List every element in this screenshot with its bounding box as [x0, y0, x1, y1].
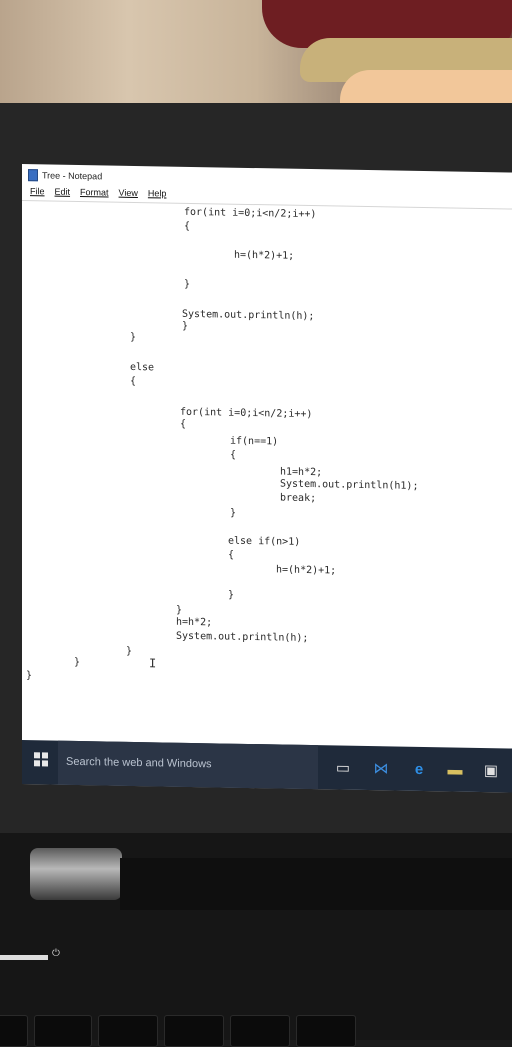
menu-bar: File Edit Format View Help	[30, 186, 166, 198]
code-line: for(int i=0;i<n/2;i++)	[184, 206, 317, 221]
edge-browser-icon[interactable]: e	[410, 761, 428, 779]
text-editor-area[interactable]: for(int i=0;i<n/2;i++){h=(h*2)+1;} System…	[22, 202, 512, 751]
windows-logo-icon	[34, 752, 40, 759]
windows-logo-icon	[42, 760, 48, 767]
code-line: {	[184, 220, 191, 232]
code-line: {	[180, 418, 187, 430]
search-placeholder: Search the web and Windows	[66, 755, 212, 771]
code-line: {	[228, 549, 235, 561]
code-line: }	[26, 670, 33, 682]
window-title: Tree - Notepad	[42, 170, 103, 182]
menu-file[interactable]: File	[30, 186, 45, 196]
code-line: else	[130, 361, 155, 374]
code-line: {	[130, 375, 137, 387]
code-line: h=h*2;	[176, 616, 213, 629]
keyboard-key	[34, 1015, 92, 1047]
menu-view[interactable]: View	[119, 188, 138, 198]
code-line: h1=h*2;	[280, 466, 323, 479]
keyboard-key	[0, 1015, 28, 1047]
code-line: }	[184, 278, 191, 290]
windows-logo-icon	[42, 752, 48, 759]
menu-edit[interactable]: Edit	[55, 187, 71, 197]
code-line: }	[74, 656, 81, 669]
notepad-window: Tree - Notepad File Edit Format View Hel…	[22, 164, 512, 793]
menu-help[interactable]: Help	[148, 188, 167, 198]
code-line: }	[126, 645, 133, 657]
laptop-hinge	[30, 848, 122, 900]
code-line: if(n==1)	[230, 435, 279, 448]
code-line: System.out.println(h);	[182, 308, 315, 323]
windows-logo-icon	[34, 760, 40, 767]
file-explorer-icon[interactable]: ▬	[446, 761, 464, 779]
power-icon: ⏻	[52, 948, 60, 959]
code-line: for(int i=0;i<n/2;i++)	[180, 406, 313, 421]
code-line: }	[130, 331, 137, 343]
code-line: break;	[280, 492, 317, 505]
code-line: else if(n>1)	[228, 535, 301, 548]
code-line: }	[182, 320, 189, 332]
keyboard-key	[296, 1015, 356, 1047]
code-line: }	[176, 604, 183, 616]
code-line: }	[230, 507, 237, 519]
power-led	[0, 955, 48, 960]
keyboard-key	[164, 1015, 224, 1047]
search-box[interactable]: Search the web and Windows	[58, 740, 318, 790]
keyboard-key	[98, 1015, 158, 1047]
store-icon[interactable]: ▣	[482, 762, 500, 780]
code-line: h=(h*2)+1;	[234, 249, 295, 262]
start-button[interactable]	[34, 752, 48, 767]
code-line: h=(h*2)+1;	[276, 564, 337, 577]
code-line: }	[228, 589, 235, 601]
code-line: System.out.println(h1);	[280, 478, 419, 492]
taskbar: Search the web and Windows ▭ ⋈ e ▬ ▣	[22, 740, 512, 793]
menu-format[interactable]: Format	[80, 187, 109, 197]
hinge-bar	[120, 858, 512, 910]
code-line: {	[230, 449, 237, 461]
task-view-icon[interactable]: ▭	[334, 759, 352, 777]
text-cursor-icon: I	[149, 656, 157, 671]
keyboard-key	[230, 1015, 290, 1047]
code-line: System.out.println(h);	[176, 630, 309, 645]
notepad-icon	[28, 169, 38, 182]
title-bar: Tree - Notepad	[28, 168, 102, 183]
visual-studio-icon[interactable]: ⋈	[372, 760, 390, 778]
